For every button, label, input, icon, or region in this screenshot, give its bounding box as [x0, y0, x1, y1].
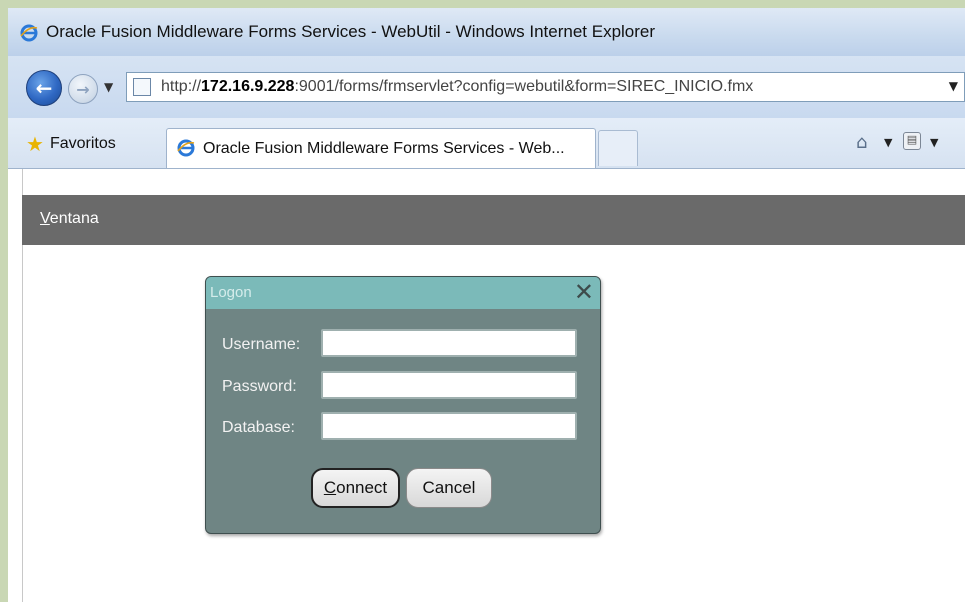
back-arrow-icon: ←: [35, 76, 53, 100]
password-input[interactable]: [321, 371, 577, 399]
internet-explorer-icon: [177, 139, 195, 157]
dialog-title: Logon: [210, 284, 252, 301]
connect-button[interactable]: Connect: [311, 468, 400, 508]
tab-active[interactable]: Oracle Fusion Middleware Forms Services …: [166, 128, 596, 168]
new-tab-button[interactable]: [598, 130, 638, 166]
recent-pages-dropdown-icon[interactable]: ▼: [104, 80, 113, 94]
address-dropdown-icon[interactable]: ▼: [949, 79, 958, 93]
username-label: Username:: [222, 336, 301, 353]
forward-arrow-icon: →: [76, 79, 90, 99]
username-input[interactable]: [321, 329, 577, 357]
forms-menu-bar: Ventana: [22, 195, 965, 245]
star-icon: ★: [26, 133, 44, 156]
address-bar[interactable]: http://172.16.9.228:9001/forms/frmservle…: [126, 72, 965, 102]
forward-button[interactable]: →: [68, 74, 98, 104]
tab-bar: ★ Favoritos Oracle Fusion Middleware For…: [8, 118, 965, 169]
favorites-label: Favoritos: [49, 135, 116, 152]
database-input[interactable]: [321, 412, 577, 440]
browser-window: Oracle Fusion Middleware Forms Services …: [8, 8, 965, 602]
close-icon[interactable]: ✕: [574, 279, 594, 305]
cancel-button[interactable]: Cancel: [406, 468, 492, 508]
page-content: Ventana Logon ✕ Username: Password: Data…: [8, 169, 965, 602]
password-label: Password:: [222, 378, 297, 395]
address-url[interactable]: http://172.16.9.228:9001/forms/frmservle…: [161, 78, 753, 96]
logon-dialog: Logon ✕ Username: Password: Database: Co…: [205, 276, 601, 534]
internet-explorer-icon: [20, 24, 38, 42]
database-label: Database:: [222, 419, 295, 436]
dialog-titlebar[interactable]: Logon ✕: [206, 277, 600, 309]
favorites-button[interactable]: ★ Favoritos: [26, 132, 116, 156]
back-button[interactable]: ←: [26, 70, 62, 106]
menu-item-ventana[interactable]: Ventana: [40, 210, 99, 228]
window-titlebar: Oracle Fusion Middleware Forms Services …: [8, 8, 965, 56]
rss-feed-icon[interactable]: ▤: [903, 132, 921, 150]
page-left-border: [8, 169, 23, 602]
feeds-dropdown-icon[interactable]: ▼: [930, 136, 938, 149]
home-icon[interactable]: ⌂: [856, 132, 867, 153]
page-icon: [133, 78, 151, 96]
navigation-bar: ← → ▼ http://172.16.9.228:9001/forms/frm…: [8, 56, 965, 118]
home-dropdown-icon[interactable]: ▼: [884, 136, 892, 149]
tab-label: Oracle Fusion Middleware Forms Services …: [203, 140, 565, 157]
window-title: Oracle Fusion Middleware Forms Services …: [46, 22, 656, 41]
